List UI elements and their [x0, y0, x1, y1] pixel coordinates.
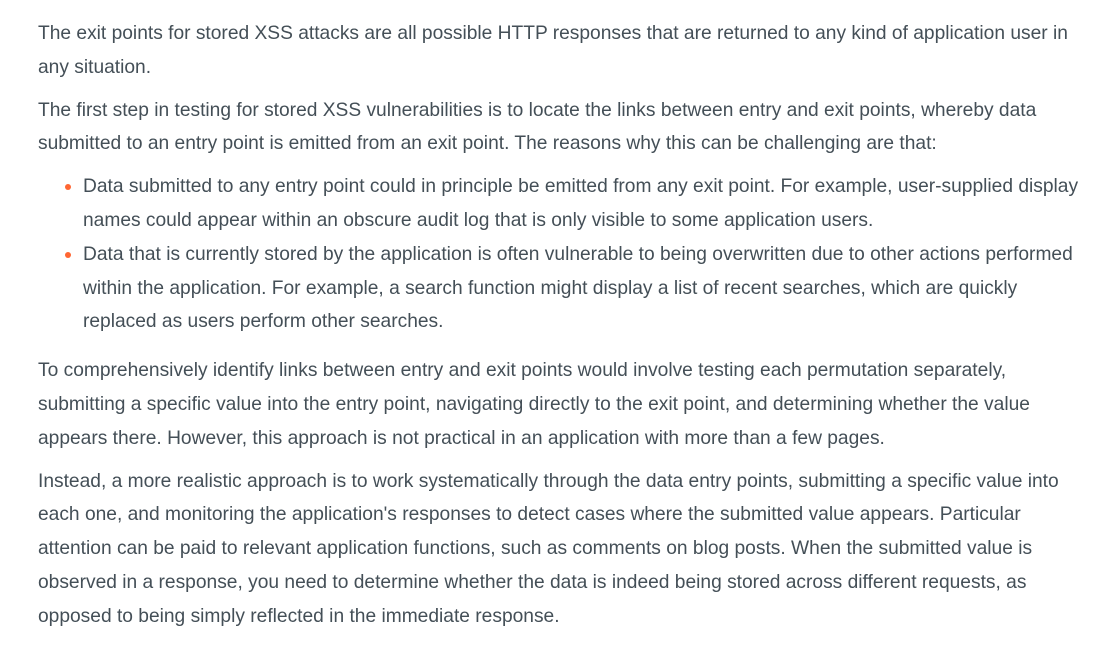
- challenges-list: Data submitted to any entry point could …: [38, 170, 1083, 339]
- paragraph-comprehensive-testing: To comprehensively identify links betwee…: [38, 360, 1030, 449]
- list-item-text: Data that is currently stored by the app…: [83, 243, 1073, 333]
- bullet-dot-icon: [65, 251, 71, 258]
- article-body: The exit points for stored XSS attacks a…: [38, 17, 1083, 643]
- list-item: Data submitted to any entry point could …: [65, 170, 1083, 238]
- list-item-text: Data submitted to any entry point could …: [83, 176, 1079, 231]
- paragraph-exit-points: The exit points for stored XSS attacks a…: [38, 23, 1068, 78]
- list-item: Data that is currently stored by the app…: [65, 238, 1083, 339]
- paragraph-first-step: The first step in testing for stored XSS…: [38, 99, 1037, 155]
- bullet-dot-icon: [65, 184, 71, 191]
- paragraph-realistic-approach: Instead, a more realistic approach is to…: [38, 470, 1059, 627]
